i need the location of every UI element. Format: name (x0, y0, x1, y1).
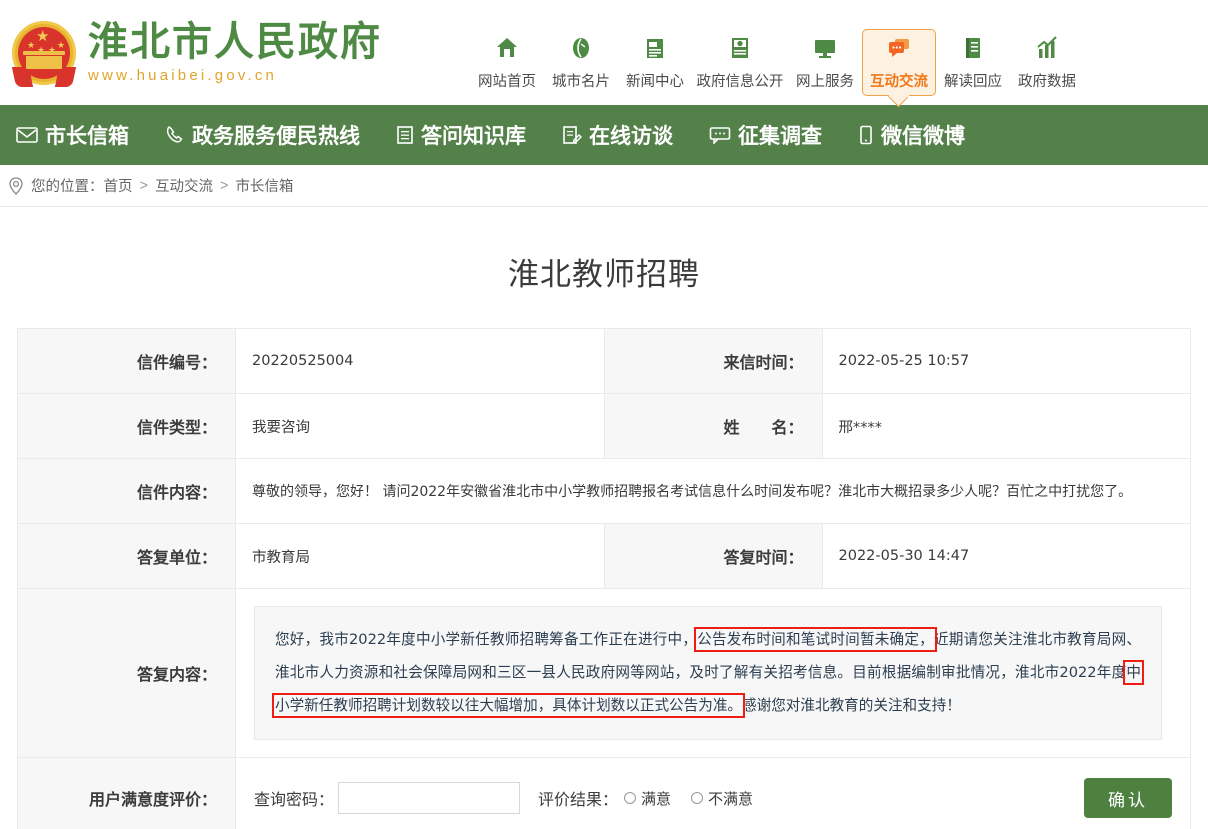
table-row: 信件编号： 20220525004 来信时间： 2022-05-25 10:57 (18, 329, 1191, 394)
reply-text-4: 感谢您对淮北教育的关注和支持！ (742, 697, 961, 714)
nav-label: 新闻中心 (626, 74, 684, 90)
reply-highlight-1: 公告发布时间和笔试时间暂未确定， (697, 630, 934, 649)
nav-item-home[interactable]: 网站首页 (470, 29, 544, 95)
radio-circle-icon (691, 792, 703, 804)
nav-item-city-card[interactable]: 城市名片 (544, 29, 618, 95)
nav-item-interpretation[interactable]: 解读回应 (936, 29, 1010, 95)
subnav-item-mayor-mailbox[interactable]: 市长信箱 (16, 120, 129, 150)
subnav-item-wechat-weibo[interactable]: 微信微博 (858, 120, 965, 150)
subnav-item-faq-library[interactable]: 答问知识库 (396, 120, 526, 150)
subnav-label: 政务服务便民热线 (192, 120, 360, 150)
query-password-input[interactable] (338, 782, 520, 814)
letter-type-label: 信件类型： (18, 394, 236, 459)
letter-time-value: 2022-05-25 10:57 (822, 329, 1191, 394)
chart-up-icon (1012, 35, 1082, 65)
nav-item-news[interactable]: 新闻中心 (618, 29, 692, 95)
comment-icon (709, 126, 731, 144)
breadcrumb: 您的位置： 首页 > 互动交流 > 市长信箱 (0, 165, 1208, 207)
table-row: 答复单位： 市教育局 答复时间： 2022-05-30 14:47 (18, 524, 1191, 589)
breadcrumb-separator: > (220, 178, 228, 194)
subnav-item-service-hotline[interactable]: 政务服务便民热线 (165, 120, 360, 150)
letter-time-label: 来信时间： (604, 329, 822, 394)
table-row: 信件内容： 尊敬的领导，您好！ 请问2022年安徽省淮北市中小学教师招聘报名考试… (18, 459, 1191, 524)
satisfaction-label: 用户满意度评价： (18, 758, 236, 829)
nav-label: 网站首页 (478, 74, 536, 90)
sender-name-label: 姓 名： (604, 394, 822, 459)
reply-unit-label: 答复单位： (18, 524, 236, 589)
nav-item-gov-info-disclosure[interactable]: 政府信息公开 (692, 29, 788, 95)
reply-text-0: 您好，我市2022年度中小学新任教师招聘筹备工作正在进行中， (275, 631, 697, 648)
nav-label: 政府数据 (1018, 74, 1076, 90)
table-row-evaluation: 用户满意度评价： 查询密码： 评价结果： 满意 不满意 确认 (18, 758, 1191, 829)
breadcrumb-separator: > (140, 178, 148, 194)
nav-label: 网上服务 (796, 74, 854, 90)
subnav-label: 在线访谈 (589, 120, 673, 150)
site-header: ★ ★ ★ ★ ★ 淮北市人民政府 www.huaibei.gov.cn 网站首… (0, 0, 1208, 105)
radio-label: 满意 (641, 788, 671, 809)
mobile-icon (858, 125, 874, 145)
breadcrumb-item-interaction[interactable]: 互动交流 (155, 175, 213, 196)
letter-content-label: 信件内容： (18, 459, 236, 524)
reply-content-label: 答复内容： (18, 589, 236, 758)
nav-label: 政府信息公开 (697, 74, 784, 90)
subnav-item-survey[interactable]: 征集调查 (709, 120, 822, 150)
letter-type-value: 我要咨询 (236, 394, 605, 459)
site-brand[interactable]: ★ ★ ★ ★ ★ 淮北市人民政府 www.huaibei.gov.cn (0, 19, 470, 87)
letter-number-value: 20220525004 (236, 329, 605, 394)
pencil-document-icon (562, 125, 582, 145)
reply-time-label: 答复时间： (604, 524, 822, 589)
notebook-icon (396, 125, 414, 145)
radio-option-satisfied[interactable]: 满意 (624, 788, 671, 809)
satisfaction-cell: 查询密码： 评价结果： 满意 不满意 确认 (236, 758, 1191, 829)
national-emblem-icon: ★ ★ ★ ★ ★ (10, 19, 78, 87)
confirm-button[interactable]: 确认 (1084, 778, 1172, 818)
breadcrumb-item-home[interactable]: 首页 (104, 175, 133, 196)
site-name: 淮北市人民政府 (88, 22, 382, 62)
page-title: 淮北教师招聘 (0, 207, 1208, 328)
evaluation-result-label: 评价结果： (538, 786, 618, 810)
secondary-navigation: 市长信箱 政务服务便民热线 答问知识库 在线访谈 征集调查 微信微博 (0, 105, 1208, 165)
letter-number-label: 信件编号： (18, 329, 236, 394)
query-password-label: 查询密码： (254, 786, 334, 810)
nav-item-online-service[interactable]: 网上服务 (788, 29, 862, 95)
radio-circle-icon (624, 792, 636, 804)
breadcrumb-item-mayor-mailbox[interactable]: 市长信箱 (235, 175, 293, 196)
site-url: www.huaibei.gov.cn (88, 68, 382, 83)
nav-label: 解读回应 (944, 74, 1002, 90)
reply-unit-value: 市教育局 (236, 524, 605, 589)
document-check-icon (694, 35, 786, 65)
subnav-label: 答问知识库 (421, 120, 526, 150)
radio-option-unsatisfied[interactable]: 不满意 (691, 788, 753, 809)
nav-item-interaction[interactable]: 互动交流 (862, 29, 936, 96)
subnav-label: 征集调查 (738, 120, 822, 150)
radio-label: 不满意 (708, 788, 753, 809)
primary-navigation: 网站首页 城市名片 新闻中心 政府信息公开 网上服务 (470, 9, 1208, 96)
subnav-item-online-interview[interactable]: 在线访谈 (562, 120, 673, 150)
nav-label: 城市名片 (552, 74, 610, 90)
reply-content-cell: 您好，我市2022年度中小学新任教师招聘筹备工作正在进行中，公告发布时间和笔试时… (236, 589, 1191, 758)
table-row: 信件类型： 我要咨询 姓 名： 邢**** (18, 394, 1191, 459)
nav-item-gov-data[interactable]: 政府数据 (1010, 29, 1084, 95)
reply-content-box: 您好，我市2022年度中小学新任教师招聘筹备工作正在进行中，公告发布时间和笔试时… (254, 606, 1162, 740)
subnav-label: 微信微博 (881, 120, 965, 150)
news-icon (620, 35, 690, 65)
nav-label: 互动交流 (870, 74, 928, 90)
monitor-icon (790, 35, 860, 65)
home-icon (472, 35, 542, 65)
location-pin-icon (8, 177, 24, 195)
leaf-icon (546, 35, 616, 65)
letter-detail-table: 信件编号： 20220525004 来信时间： 2022-05-25 10:57… (17, 328, 1191, 829)
sender-name-value: 邢**** (822, 394, 1191, 459)
subnav-label: 市长信箱 (45, 120, 129, 150)
breadcrumb-prefix: 您的位置： (31, 175, 104, 196)
chat-bubble-icon (865, 35, 933, 65)
reply-time-value: 2022-05-30 14:47 (822, 524, 1191, 589)
letter-content-value: 尊敬的领导，您好！ 请问2022年安徽省淮北市中小学教师招聘报名考试信息什么时间… (236, 459, 1191, 524)
envelope-icon (16, 126, 38, 144)
book-icon (938, 35, 1008, 65)
phone-icon (165, 125, 185, 145)
table-row-reply: 答复内容： 您好，我市2022年度中小学新任教师招聘筹备工作正在进行中，公告发布… (18, 589, 1191, 758)
